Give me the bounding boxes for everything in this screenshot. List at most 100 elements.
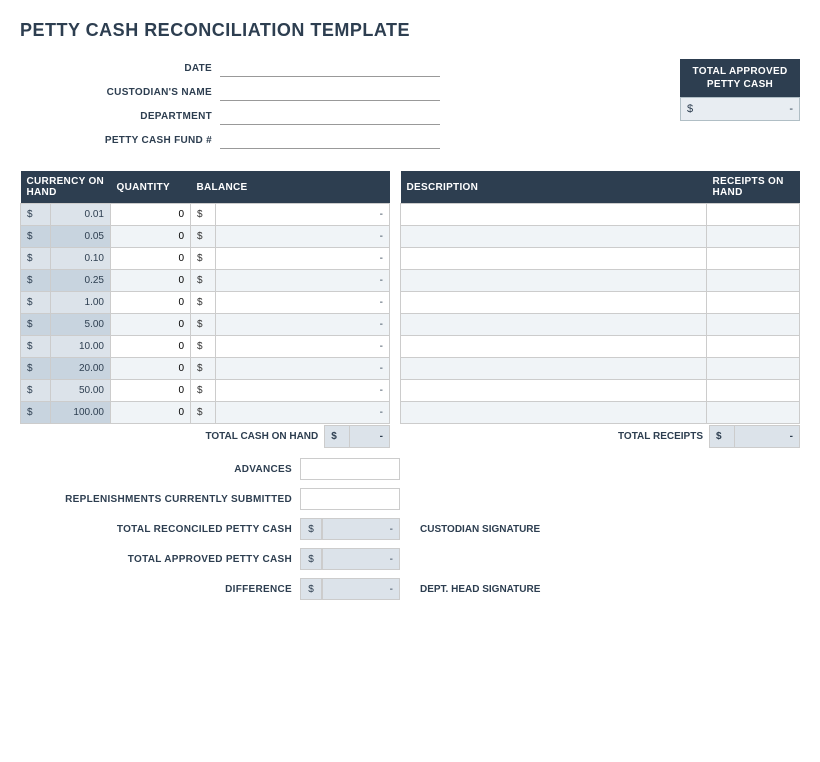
row-desc[interactable] (401, 292, 707, 314)
row-receipts[interactable] (707, 270, 800, 292)
row-amount: 0.25 (51, 270, 111, 292)
row-desc[interactable] (401, 402, 707, 424)
row-dollar: $ (21, 248, 51, 270)
row-receipts[interactable] (707, 226, 800, 248)
row-desc[interactable] (401, 314, 707, 336)
receipts-header: RECEIPTS ON HAND (707, 171, 800, 204)
row-dollar: $ (21, 204, 51, 226)
row-bal-dollar: $ (191, 226, 216, 248)
row-qty[interactable] (111, 402, 191, 424)
total-receipts-row: TOTAL RECEIPTS $ - (400, 426, 800, 448)
row-desc[interactable] (401, 336, 707, 358)
total-cash-label: TOTAL CASH ON HAND (20, 426, 325, 448)
row-desc[interactable] (401, 380, 707, 402)
row-qty[interactable] (111, 314, 191, 336)
row-bal-dollar: $ (191, 292, 216, 314)
difference-calc: $ - (300, 578, 400, 600)
row-desc[interactable] (401, 270, 707, 292)
total-approved-petty-label: TOTAL APPROVED PETTY CASH (20, 554, 300, 565)
row-bal-dollar: $ (191, 204, 216, 226)
tables-row: CURRENCY ON HAND QUANTITY BALANCE $ 0.01… (20, 171, 800, 448)
currency-on-hand-header: CURRENCY ON HAND (21, 171, 111, 204)
row-amount: 0.01 (51, 204, 111, 226)
fund-label: PETTY CASH FUND # (20, 135, 220, 146)
row-qty[interactable] (111, 204, 191, 226)
row-receipts[interactable] (707, 292, 800, 314)
row-receipts[interactable] (707, 358, 800, 380)
row-desc[interactable] (401, 204, 707, 226)
row-receipts[interactable] (707, 248, 800, 270)
row-bal-dollar: $ (191, 270, 216, 292)
total-reconciled-calc: $ - (300, 518, 400, 540)
row-qty[interactable] (111, 336, 191, 358)
left-table-row: $ 20.00 $ - (21, 358, 390, 380)
left-table-row: $ 0.25 $ - (21, 270, 390, 292)
row-dollar: $ (21, 358, 51, 380)
row-receipts[interactable] (707, 402, 800, 424)
total-approved-amount: - (789, 103, 793, 115)
total-cash-dollar: $ (325, 426, 350, 448)
replenishments-input[interactable] (300, 488, 400, 510)
row-amount: 20.00 (51, 358, 111, 380)
row-desc[interactable] (401, 248, 707, 270)
page-title: PETTY CASH RECONCILIATION TEMPLATE (20, 20, 800, 41)
fund-row: PETTY CASH FUND # (20, 131, 680, 149)
row-qty[interactable] (111, 380, 191, 402)
row-bal-dollar: $ (191, 380, 216, 402)
total-receipts-label: TOTAL RECEIPTS (400, 426, 710, 448)
row-qty[interactable] (111, 226, 191, 248)
fund-input[interactable] (220, 131, 440, 149)
row-desc[interactable] (401, 226, 707, 248)
total-approved-petty-dollar: $ (300, 548, 322, 570)
department-input[interactable] (220, 107, 440, 125)
row-amount: 50.00 (51, 380, 111, 402)
right-table-row (401, 402, 800, 424)
total-approved-calc: $ - (300, 548, 400, 570)
row-bal-dollar: $ (191, 336, 216, 358)
total-approved-dollar: $ (687, 103, 693, 115)
row-amount: 0.05 (51, 226, 111, 248)
total-approved-row: TOTAL APPROVED PETTY CASH $ - (20, 548, 800, 570)
total-approved-widget: TOTAL APPROVED PETTY CASH $ - (680, 59, 800, 121)
row-bal-val: - (216, 380, 390, 402)
row-amount: 5.00 (51, 314, 111, 336)
row-bal-val: - (216, 336, 390, 358)
row-bal-val: - (216, 270, 390, 292)
left-table-row: $ 0.10 $ - (21, 248, 390, 270)
row-receipts[interactable] (707, 314, 800, 336)
replenishments-label: REPLENISHMENTS CURRENTLY SUBMITTED (20, 494, 300, 505)
row-receipts[interactable] (707, 380, 800, 402)
row-qty[interactable] (111, 248, 191, 270)
row-qty[interactable] (111, 358, 191, 380)
right-total-table: TOTAL RECEIPTS $ - (400, 425, 800, 448)
advances-label: ADVANCES (20, 464, 300, 475)
right-table-row (401, 204, 800, 226)
row-receipts[interactable] (707, 336, 800, 358)
difference-row: DIFFERENCE $ - DEPT. HEAD SIGNATURE (20, 578, 800, 600)
right-table-row (401, 314, 800, 336)
advances-input[interactable] (300, 458, 400, 480)
left-table-row: $ 5.00 $ - (21, 314, 390, 336)
top-section: DATE CUSTODIAN'S NAME DEPARTMENT PETTY C… (20, 59, 800, 155)
custodian-input[interactable] (220, 83, 440, 101)
custodian-row: CUSTODIAN'S NAME (20, 83, 680, 101)
row-qty[interactable] (111, 270, 191, 292)
row-amount: 100.00 (51, 402, 111, 424)
right-table-row (401, 292, 800, 314)
date-input[interactable] (220, 59, 440, 77)
left-total-table: TOTAL CASH ON HAND $ - (20, 425, 390, 448)
advances-row: ADVANCES (20, 458, 800, 480)
total-receipts-val: - (735, 426, 800, 448)
row-bal-val: - (216, 248, 390, 270)
right-table-row (401, 358, 800, 380)
total-reconciled-dollar: $ (300, 518, 322, 540)
row-qty[interactable] (111, 292, 191, 314)
total-approved-header: TOTAL APPROVED PETTY CASH (680, 59, 800, 97)
difference-val: - (322, 578, 400, 600)
total-cash-val: - (350, 426, 390, 448)
row-bal-val: - (216, 402, 390, 424)
row-bal-dollar: $ (191, 248, 216, 270)
row-dollar: $ (21, 226, 51, 248)
row-receipts[interactable] (707, 204, 800, 226)
row-desc[interactable] (401, 358, 707, 380)
